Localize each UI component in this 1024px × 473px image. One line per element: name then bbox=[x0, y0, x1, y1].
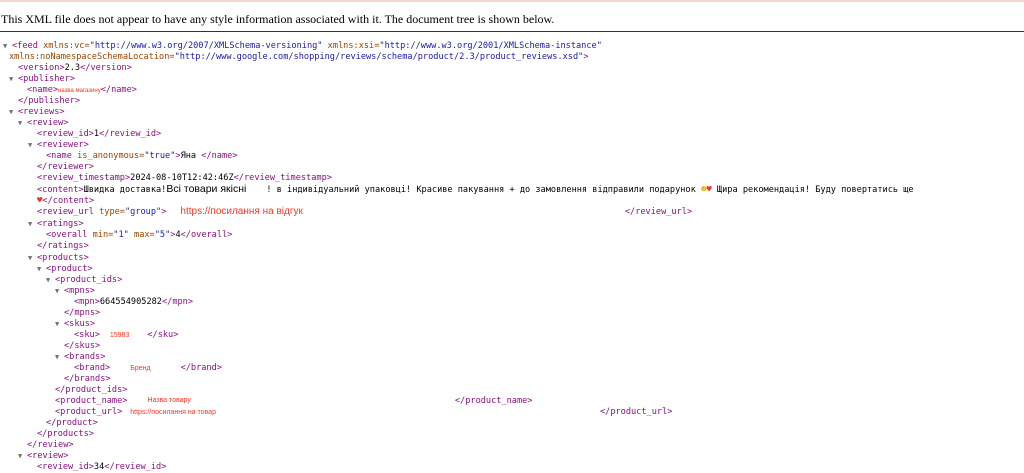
collapse-arrow-icon[interactable]: ▼ bbox=[28, 218, 37, 230]
product-url-annotation: https://посилання на товар bbox=[130, 409, 216, 416]
review-2-id-line: <review_id>34</review_id> bbox=[37, 462, 167, 472]
ratings-close-line: </ratings> bbox=[37, 241, 89, 251]
xml-info-message: This XML file does not appear to have an… bbox=[1, 12, 555, 26]
collapse-arrow-icon[interactable]: ▼ bbox=[55, 351, 64, 363]
header-divider bbox=[0, 31, 1024, 32]
collapse-arrow-icon[interactable]: ▼ bbox=[28, 139, 37, 151]
top-accent-line bbox=[0, 0, 1024, 2]
collapse-arrow-icon[interactable]: ▼ bbox=[18, 450, 27, 462]
collapse-arrow-icon[interactable]: ▼ bbox=[9, 106, 18, 118]
review-url-annotation: https://посилання на відгук bbox=[180, 206, 303, 217]
review-content-line: <content>Швидка доставка!Всі товари якіс… bbox=[37, 183, 914, 195]
review-url-line: <review_url type="group"> https://посилан… bbox=[37, 206, 693, 217]
product-url-line: <product_url> https://посилання на товар <… bbox=[55, 407, 673, 417]
collapse-arrow-icon[interactable]: ▼ bbox=[55, 285, 64, 297]
collapse-arrow-icon[interactable]: ▼ bbox=[46, 274, 55, 286]
collapse-arrow-icon[interactable]: ▼ bbox=[18, 117, 27, 129]
collapse-arrow-icon[interactable]: ▼ bbox=[9, 73, 18, 85]
brand-annotation: Бренд bbox=[130, 365, 151, 372]
product-name-annotation: Назва товару bbox=[147, 397, 191, 404]
collapse-arrow-icon[interactable]: ▼ bbox=[37, 263, 46, 275]
sku-annotation: 15983 bbox=[109, 332, 130, 339]
content-overlay-text: Всі товари якісні bbox=[166, 183, 247, 195]
shop-name-annotation: назва магазину bbox=[58, 88, 101, 94]
collapse-arrow-icon[interactable]: ▼ bbox=[28, 252, 37, 264]
collapse-arrow-icon[interactable]: ▼ bbox=[55, 318, 64, 330]
